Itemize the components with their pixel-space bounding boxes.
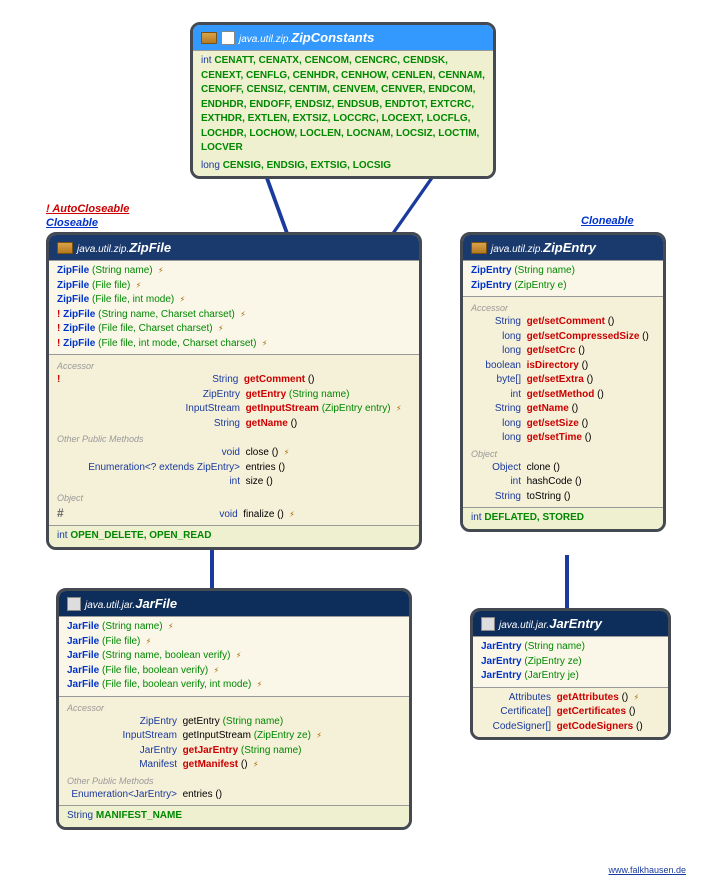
class-header: java.util.jar.JarEntry [473,611,668,636]
methods: Attributes getAttributes () ⚡ Certificat… [473,687,668,738]
interface-icon [221,31,235,45]
class-icon [481,617,495,631]
package-icon [471,242,487,254]
class-header: java.util.zip.ZipFile [49,235,419,260]
package-icon [57,242,73,254]
constructors: ZipFile (String name) ⚡ ZipFile (File fi… [49,260,419,354]
accessors: Accessor ZipEntry getEntry (String name)… [59,696,409,806]
interface-closeable: Closeable [46,217,98,229]
constructors: JarEntry (String name) JarEntry (ZipEntr… [473,636,668,687]
class-zipconstants: java.util.zip.ZipConstants int CENATT, C… [190,22,496,179]
class-zipfile: java.util.zip.ZipFile ZipFile (String na… [46,232,422,550]
class-jarentry: java.util.jar.JarEntry JarEntry (String … [470,608,671,740]
class-header: java.util.jar.JarFile [59,591,409,616]
class-jarfile: java.util.jar.JarFile JarFile (String na… [56,588,412,830]
connector [565,555,569,609]
constants-compartment: int CENATT, CENATX, CENCOM, CENCRC, CEND… [193,50,493,176]
class-header: java.util.zip.ZipConstants [193,25,493,50]
constructors: JarFile (String name) ⚡ JarFile (File fi… [59,616,409,696]
static-constants: int DEFLATED, STORED [463,507,663,529]
interface-cloneable: Cloneable [581,215,634,227]
class-header: java.util.zip.ZipEntry [463,235,663,260]
class-zipentry: java.util.zip.ZipEntry ZipEntry (String … [460,232,666,532]
static-constants: String MANIFEST_NAME [59,805,409,827]
class-icon [67,597,81,611]
interface-autocloseable: ! AutoCloseable [46,203,129,215]
accessors: Accessor !String getComment () ZipEntry … [49,354,419,525]
constructors: ZipEntry (String name) ZipEntry (ZipEntr… [463,260,663,296]
footer-link[interactable]: www.falkhausen.de [608,865,686,875]
static-constants: int OPEN_DELETE, OPEN_READ [49,525,419,547]
package-icon [201,32,217,44]
accessors: Accessor String get/setComment () long g… [463,296,663,507]
